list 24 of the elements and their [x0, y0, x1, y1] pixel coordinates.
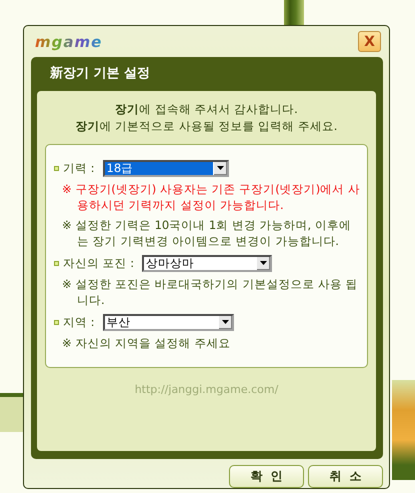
intro-text: 장기에 기본적으로 사용될 정보를 입력해 주세요. [76, 118, 338, 135]
note-text: ※ 구장기(넷장기) 사용자는 기존 구장기(넷장기)에서 사용하시던 기력까지 설정이 가능합니다. [62, 180, 361, 213]
cancel-button[interactable]: 취 소 [308, 465, 383, 488]
field-label: 기력 : [63, 160, 95, 176]
dropdown[interactable]: 18급 [102, 160, 229, 177]
bullet-icon [54, 260, 59, 266]
dropdown[interactable]: 상마상마 [142, 254, 272, 272]
field-label: 자신의 포진 : [63, 256, 134, 271]
dropdown-arrow-icon [260, 261, 268, 266]
dropdown-arrow-icon [216, 166, 224, 170]
dropdown[interactable]: 부산 [102, 314, 234, 331]
bullet-icon [54, 166, 59, 171]
note-text: ※ 설정한 포진은 바로대국하기의 기본설정으로 사용 됩니다. [62, 276, 359, 308]
bullet-icon [54, 320, 59, 325]
field-label: 지역 : [63, 314, 95, 330]
dropdown-arrow-icon [222, 320, 229, 324]
intro-text: 장기에 접속해 주셔서 감사합니다. [115, 100, 298, 118]
close-button[interactable]: X [358, 31, 381, 52]
url-text: http://janggi.mgame.com/ [134, 382, 278, 396]
note-text: ※ 설정한 기력은 10국이내 1회 변경 가능하며, 이후에는 장기 기력변경 아이템으로 변경이 가능합니다. [62, 216, 352, 249]
background-panel [0, 393, 23, 432]
confirm-button[interactable]: 확 인 [229, 465, 304, 488]
dialog-title: 新장기 기본 설정 [49, 64, 152, 83]
note-text: ※ 자신의 지역을 설정해 주세요 [62, 334, 232, 351]
